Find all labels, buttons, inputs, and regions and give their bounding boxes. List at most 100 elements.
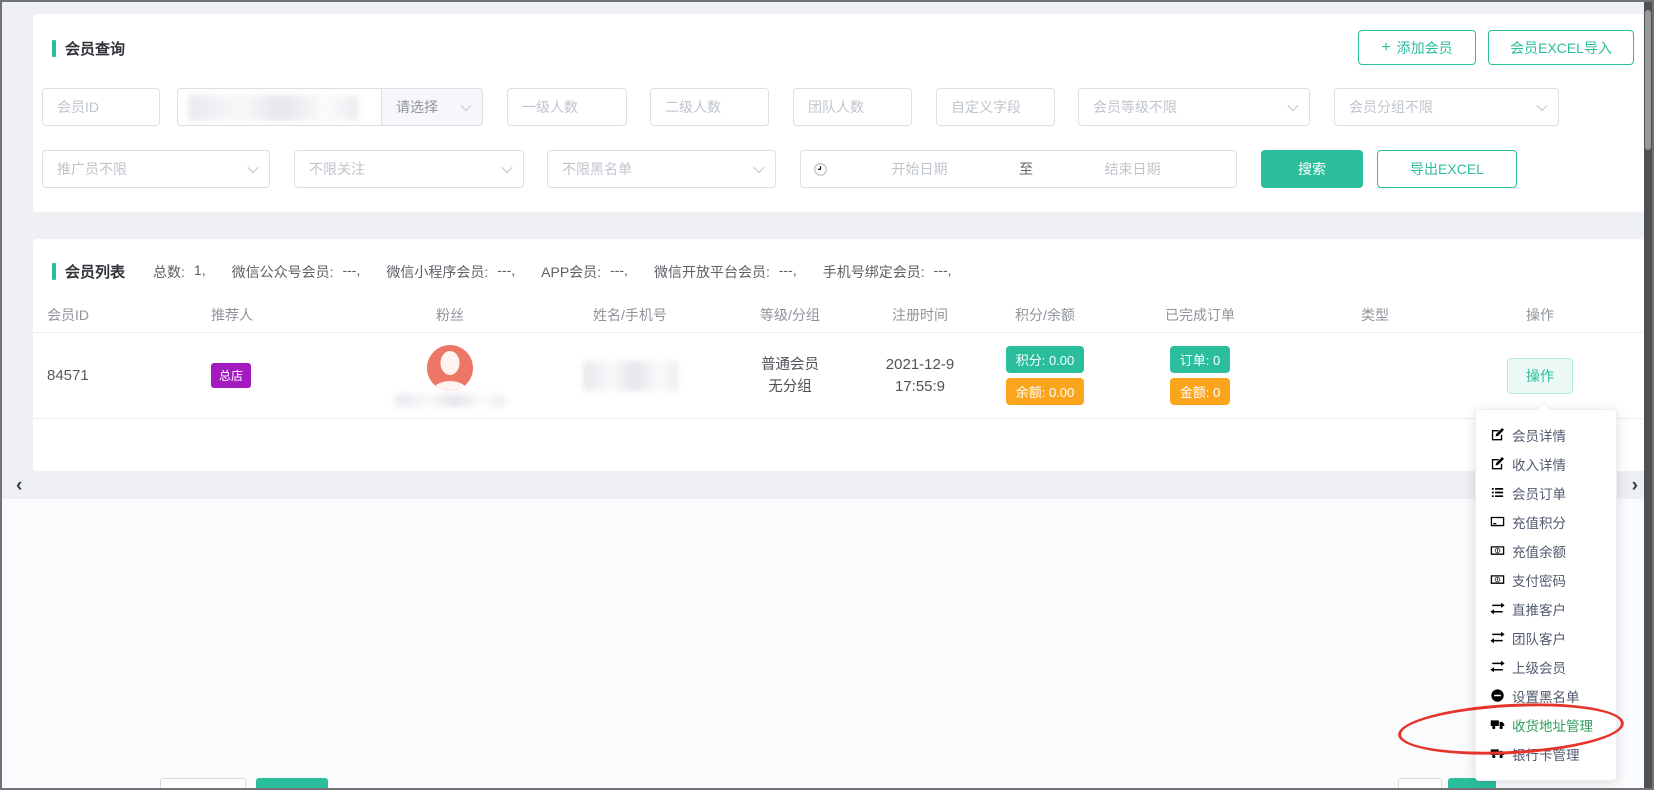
cell-completed-orders: 订单: 0 金额: 0	[1110, 346, 1290, 405]
reg-date: 2021-12-9	[860, 354, 980, 376]
chevron-down-icon	[460, 100, 471, 111]
cutoff-button-white-left	[160, 778, 246, 790]
keyword-input-group: 请选择	[177, 88, 483, 126]
menu-item-team-customers[interactable]: 团队客户	[1476, 623, 1616, 652]
cell-reg-time: 2021-12-9 17:55:9	[860, 354, 980, 398]
money-icon	[1490, 543, 1505, 558]
date-start-placeholder[interactable]: 开始日期	[828, 159, 1011, 179]
chevron-down-icon	[1287, 100, 1298, 111]
level1-count-input[interactable]	[507, 88, 627, 126]
col-referrer: 推荐人	[195, 305, 360, 325]
cell-referrer: 总店	[195, 363, 360, 388]
follow-select[interactable]: 不限关注	[294, 150, 524, 188]
row-action-button[interactable]: 操作	[1507, 358, 1573, 394]
exchange-icon	[1490, 601, 1505, 616]
col-name-phone: 姓名/手机号	[540, 305, 720, 325]
menu-item-recharge-points[interactable]: 充值积分	[1476, 507, 1616, 536]
add-member-button[interactable]: + 添加会员	[1358, 30, 1476, 65]
list-icon	[1490, 485, 1505, 500]
custom-field-input[interactable]	[936, 88, 1055, 126]
add-member-label: 添加会员	[1397, 38, 1453, 58]
content-lower-area	[2, 499, 1652, 788]
menu-item-label: 充值余额	[1512, 541, 1566, 561]
member-id-input[interactable]	[42, 88, 160, 126]
amount-badge: 金额: 0	[1170, 378, 1230, 405]
exchange-icon	[1490, 630, 1505, 645]
col-completed-orders: 已完成订单	[1110, 305, 1290, 325]
promoter-select[interactable]: 推广员不限	[42, 150, 270, 188]
promoter-value: 推广员不限	[57, 159, 127, 179]
horizontal-scroll-band[interactable]: ‹ ›	[2, 471, 1652, 499]
excel-import-button[interactable]: 会员EXCEL导入	[1488, 30, 1634, 65]
menu-item-label: 会员详情	[1512, 425, 1566, 445]
member-admin-page: 会员查询 + 添加会员 会员EXCEL导入 请选择 会员等级不限 会员分	[0, 0, 1654, 790]
blacklist-select[interactable]: 不限黑名单	[547, 150, 776, 188]
search-label: 搜索	[1298, 159, 1326, 179]
menu-item-income-detail[interactable]: 收入详情	[1476, 449, 1616, 478]
col-fans: 粉丝	[360, 305, 540, 325]
menu-item-recharge-balance[interactable]: 充值余额	[1476, 536, 1616, 565]
edit-icon	[1490, 456, 1505, 471]
menu-item-label: 收入详情	[1512, 454, 1566, 474]
cell-points-balance: 积分: 0.00 余额: 0.00	[980, 346, 1110, 405]
keyword-type-select[interactable]: 请选择	[381, 88, 483, 126]
col-level-group: 等级/分组	[720, 305, 860, 325]
avatar	[427, 345, 473, 391]
date-range-picker[interactable]: 开始日期 至 结束日期	[800, 150, 1237, 188]
money-icon	[1490, 572, 1505, 587]
exchange-icon	[1490, 659, 1505, 674]
scrollbar-thumb[interactable]	[1645, 10, 1651, 150]
stat-open-platform-value: ---,	[779, 262, 797, 282]
bankcard-icon	[1490, 514, 1505, 529]
stat-phone-bind-label: 手机号绑定会员:	[823, 262, 925, 282]
query-card-title: 会员查询	[65, 38, 125, 59]
menu-item-label: 会员订单	[1512, 483, 1566, 503]
date-separator: 至	[1011, 159, 1041, 179]
menu-item-member-orders[interactable]: 会员订单	[1476, 478, 1616, 507]
menu-item-label: 支付密码	[1512, 570, 1566, 590]
scroll-right-icon[interactable]: ›	[1632, 476, 1638, 495]
member-level-select[interactable]: 会员等级不限	[1078, 88, 1310, 126]
cutoff-button-white-right	[1398, 778, 1442, 790]
scroll-left-icon[interactable]: ‹	[16, 476, 22, 495]
vertical-scrollbar[interactable]	[1644, 2, 1652, 788]
member-group: 无分组	[720, 376, 860, 398]
team-count-input[interactable]	[793, 88, 912, 126]
stat-miniprogram-value: ---,	[497, 262, 515, 282]
member-group-select[interactable]: 会员分组不限	[1334, 88, 1559, 126]
fans-blur-text	[395, 394, 505, 407]
menu-item-direct-customers[interactable]: 直推客户	[1476, 594, 1616, 623]
stat-wechat-official-label: 微信公众号会员:	[232, 262, 334, 282]
reg-time: 17:55:9	[860, 376, 980, 398]
keyword-type-value: 请选择	[396, 97, 438, 117]
cell-name-phone	[540, 361, 720, 391]
keyword-blur-overlay	[189, 95, 359, 121]
edit-icon	[1490, 427, 1505, 442]
member-group-value: 会员分组不限	[1349, 97, 1433, 117]
col-type: 类型	[1290, 305, 1460, 325]
table-row: 84571 总店 普通会员 无分组 20	[33, 333, 1645, 419]
search-button[interactable]: 搜索	[1261, 150, 1363, 188]
menu-item-label: 充值积分	[1512, 512, 1566, 532]
name-blur	[583, 361, 678, 391]
cutoff-button-teal-left	[256, 778, 328, 790]
export-excel-button[interactable]: 导出EXCEL	[1377, 150, 1517, 188]
menu-item-member-detail[interactable]: 会员详情	[1476, 420, 1616, 449]
menu-item-pay-password[interactable]: 支付密码	[1476, 565, 1616, 594]
date-end-placeholder[interactable]: 结束日期	[1041, 159, 1224, 179]
stat-wechat-official-value: ---,	[342, 262, 360, 282]
col-actions: 操作	[1460, 305, 1620, 325]
table-header-row: 会员ID 推荐人 粉丝 姓名/手机号 等级/分组 注册时间 积分/余额 已完成订…	[33, 297, 1645, 333]
level2-count-input[interactable]	[650, 88, 769, 126]
points-badge: 积分: 0.00	[1006, 346, 1085, 373]
stat-total-value: 1,	[194, 262, 206, 282]
col-member-id: 会员ID	[45, 305, 195, 325]
plus-icon: +	[1381, 39, 1390, 57]
cell-actions: 操作	[1460, 358, 1620, 394]
section-marker	[52, 263, 56, 280]
menu-item-label: 上级会员	[1512, 657, 1566, 677]
stat-open-platform-label: 微信开放平台会员:	[654, 262, 770, 282]
excel-import-label: 会员EXCEL导入	[1510, 38, 1612, 58]
menu-item-upline-member[interactable]: 上级会员	[1476, 652, 1616, 681]
menu-item-label: 团队客户	[1512, 628, 1566, 648]
